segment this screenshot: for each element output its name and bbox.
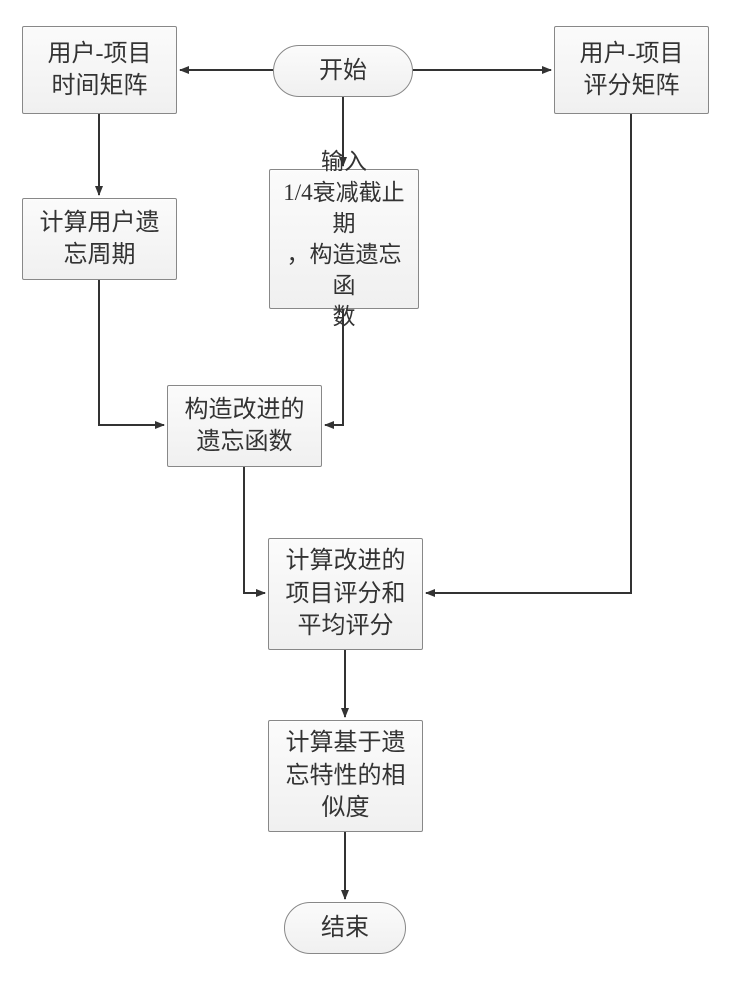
end-label: 结束 [321,912,369,944]
user-forget-period-label: 计算用户遗 忘周期 [40,207,160,272]
similarity-label: 计算基于遗 忘特性的相 似度 [286,727,406,824]
improved-forget-label: 构造改进的 遗忘函数 [185,394,305,459]
user-forget-period-node: 计算用户遗 忘周期 [22,198,177,280]
rating-matrix-node: 用户-项目 评分矩阵 [554,26,709,114]
similarity-node: 计算基于遗 忘特性的相 似度 [268,720,423,832]
calc-improved-label: 计算改进的 项目评分和 平均评分 [286,545,406,642]
rating-matrix-label: 用户-项目 评分矩阵 [580,38,684,103]
time-matrix-node: 用户-项目 时间矩阵 [22,26,177,114]
decay-input-label: 输入 1/4衰减截止期 ，构造遗忘函 数 [282,146,406,332]
improved-forget-node: 构造改进的 遗忘函数 [167,385,322,467]
decay-input-node: 输入 1/4衰减截止期 ，构造遗忘函 数 [269,169,419,309]
start-node: 开始 [273,45,413,97]
time-matrix-label: 用户-项目 时间矩阵 [48,38,152,103]
start-label: 开始 [319,55,367,87]
calc-improved-node: 计算改进的 项目评分和 平均评分 [268,538,423,650]
end-node: 结束 [284,902,406,954]
